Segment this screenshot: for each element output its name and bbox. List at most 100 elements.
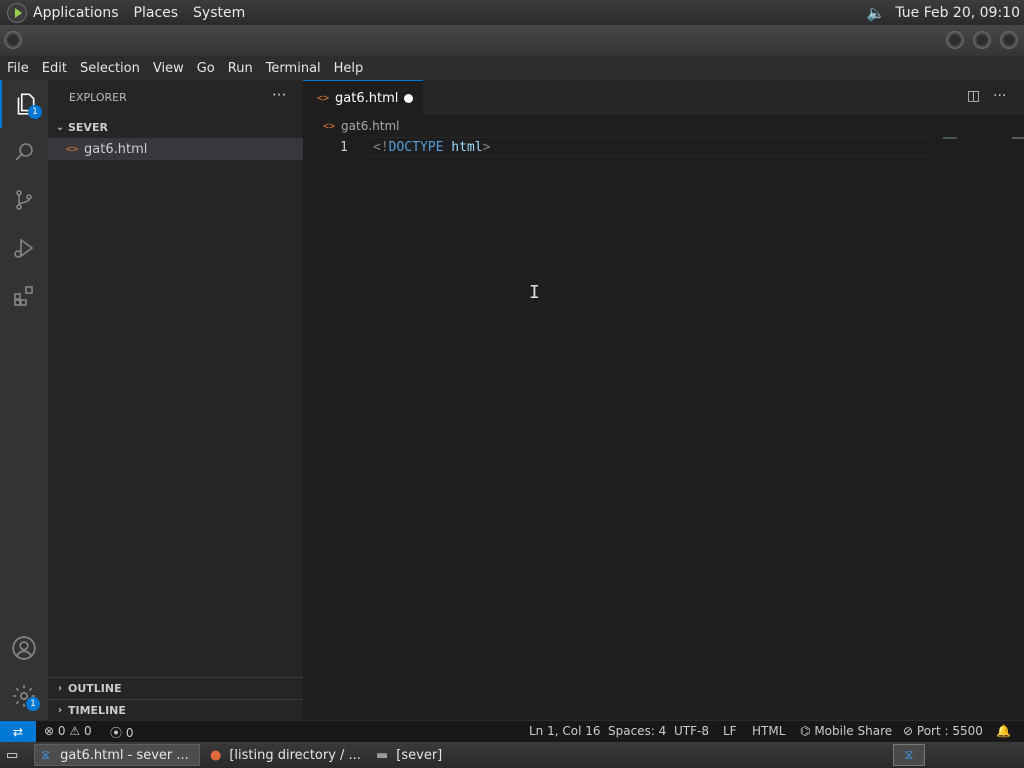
- timeline-section[interactable]: › TIMELINE: [48, 699, 303, 721]
- problems-indicator[interactable]: ⊗ 0 ⚠ 0: [44, 724, 92, 738]
- menu-help[interactable]: Help: [327, 61, 370, 76]
- broadcast-icon: ⦿: [110, 726, 123, 740]
- taskbar: ▭ ⧖ gat6.html - sever ... ● [listing dir…: [0, 742, 1024, 768]
- activity-manage[interactable]: 1: [0, 672, 48, 720]
- window-menu-button[interactable]: [4, 31, 22, 49]
- activity-search[interactable]: [0, 128, 48, 176]
- breadcrumb-file: gat6.html: [341, 119, 400, 133]
- scrollbar[interactable]: [1012, 137, 1024, 139]
- remote-indicator-icon[interactable]: ⇄: [0, 721, 36, 743]
- maximize-button[interactable]: [973, 31, 991, 49]
- show-desktop-icon[interactable]: ▭: [0, 744, 28, 766]
- file-label: gat6.html: [84, 141, 148, 157]
- warning-count: 0: [83, 724, 92, 738]
- menu-go[interactable]: Go: [190, 61, 221, 76]
- task-file-manager[interactable]: ▬ [sever]: [370, 744, 490, 766]
- menu-run[interactable]: Run: [221, 61, 259, 76]
- vscode-icon: ⧖: [904, 747, 914, 763]
- activity-source-control[interactable]: [0, 176, 48, 224]
- task-vscode[interactable]: ⧖ gat6.html - sever ...: [34, 744, 200, 766]
- source-control-icon: [16, 190, 32, 210]
- activity-extensions[interactable]: [0, 272, 48, 320]
- top-panel: Applications Places System 🔈 Tue Feb 20,…: [0, 0, 1024, 25]
- indentation[interactable]: Spaces: 4: [608, 724, 666, 738]
- outline-label: OUTLINE: [68, 682, 122, 695]
- warning-icon: ⚠: [69, 724, 81, 738]
- vscode-icon: ⧖: [41, 747, 51, 763]
- extensions-icon: [14, 286, 33, 306]
- activity-accounts[interactable]: [0, 624, 48, 672]
- task-file-manager-label: [sever]: [396, 747, 443, 763]
- clock[interactable]: Tue Feb 20, 09:10: [895, 5, 1020, 21]
- code-line-1[interactable]: <!DOCTYPE html>: [373, 140, 490, 155]
- distro-logo-icon[interactable]: [7, 2, 27, 23]
- html-file-icon: <>: [317, 92, 330, 104]
- menu-bar: File Edit Selection View Go Run Terminal…: [0, 56, 1024, 80]
- more-actions-button[interactable]: ···: [272, 86, 286, 104]
- editor-tab-bar: <> gat6.html ◫ ···: [303, 80, 1024, 115]
- sidebar-title: EXPLORER: [69, 91, 127, 104]
- line-number: 1: [340, 140, 348, 155]
- tab-label: gat6.html: [335, 90, 399, 106]
- activity-explorer[interactable]: 1: [0, 80, 48, 128]
- activity-bar: 1 1: [0, 80, 48, 720]
- mobile-share[interactable]: ⌬ Mobile Share: [800, 724, 892, 738]
- ports-indicator[interactable]: ⦿ 0: [110, 724, 133, 741]
- folder-icon: ▬: [376, 747, 389, 763]
- menu-selection[interactable]: Selection: [73, 61, 146, 76]
- run-debug-icon: [14, 238, 34, 258]
- encoding[interactable]: UTF-8: [674, 724, 709, 738]
- close-window-button[interactable]: [1000, 31, 1018, 49]
- tab-gat6[interactable]: <> gat6.html: [303, 80, 423, 115]
- file-item-gat6[interactable]: <> gat6.html: [48, 138, 303, 160]
- breadcrumb[interactable]: <> gat6.html: [323, 119, 400, 133]
- menu-view[interactable]: View: [146, 61, 190, 76]
- search-icon: [15, 143, 33, 161]
- split-editor-icon[interactable]: ◫: [967, 88, 980, 104]
- outline-section[interactable]: › OUTLINE: [48, 677, 303, 699]
- code-close-bracket: >: [482, 140, 491, 155]
- port-label: Port : 5500: [916, 724, 983, 738]
- text-cursor-icon: I: [529, 282, 540, 303]
- share-icon: ⌬: [800, 724, 811, 738]
- minimize-button[interactable]: [946, 31, 964, 49]
- minimap[interactable]: [943, 137, 957, 139]
- editor-more-icon[interactable]: ···: [993, 88, 1006, 104]
- code-doctype: DOCTYPE: [388, 140, 444, 155]
- workspace-switcher[interactable]: ⧖: [893, 744, 925, 766]
- menu-terminal[interactable]: Terminal: [259, 61, 327, 76]
- task-vscode-label: gat6.html - sever ...: [60, 747, 189, 763]
- timeline-label: TIMELINE: [68, 704, 126, 717]
- explorer-badge: 1: [28, 105, 42, 119]
- activity-run-debug[interactable]: [0, 224, 48, 272]
- task-browser-label: [listing directory / ...: [229, 747, 361, 763]
- code-open-bracket: <!: [373, 140, 389, 155]
- code-html: html: [451, 140, 483, 155]
- window-title-bar: [0, 25, 1024, 56]
- chevron-right-icon: ›: [57, 683, 63, 694]
- folder-label: SEVER: [68, 120, 108, 134]
- applications-menu[interactable]: Applications: [33, 5, 119, 21]
- places-menu[interactable]: Places: [134, 5, 179, 21]
- notifications-icon[interactable]: 🔔: [996, 724, 1011, 738]
- menu-edit[interactable]: Edit: [35, 61, 73, 76]
- account-icon: [12, 636, 36, 660]
- status-bar: ⇄ ⊗ 0 ⚠ 0 ⦿ 0 Ln 1, Col 16 Spaces: 4 UTF…: [0, 720, 1024, 743]
- explorer-sidebar: EXPLORER ··· ⌄ SEVER <> gat6.html › OUTL…: [48, 80, 303, 720]
- error-count: 0: [57, 724, 66, 738]
- cursor-position[interactable]: Ln 1, Col 16: [529, 724, 601, 738]
- html-file-icon: <>: [66, 143, 79, 155]
- chevron-down-icon: ⌄: [55, 121, 65, 133]
- code-editor[interactable]: <> gat6.html 1 <!DOCTYPE html> I: [303, 115, 1024, 720]
- ports-count: 0: [125, 726, 134, 740]
- folder-sever[interactable]: ⌄ SEVER: [48, 116, 303, 138]
- end-of-line[interactable]: LF: [723, 724, 737, 738]
- system-menu[interactable]: System: [193, 5, 245, 21]
- volume-icon[interactable]: 🔈: [867, 4, 886, 22]
- error-icon: ⊗: [44, 724, 55, 738]
- live-server-port[interactable]: ⊘ Port : 5500: [903, 724, 983, 738]
- task-browser[interactable]: ● [listing directory / ...: [204, 744, 362, 766]
- menu-file[interactable]: File: [0, 61, 35, 76]
- language-mode[interactable]: HTML: [752, 724, 785, 738]
- unsaved-dot-icon[interactable]: [404, 94, 413, 103]
